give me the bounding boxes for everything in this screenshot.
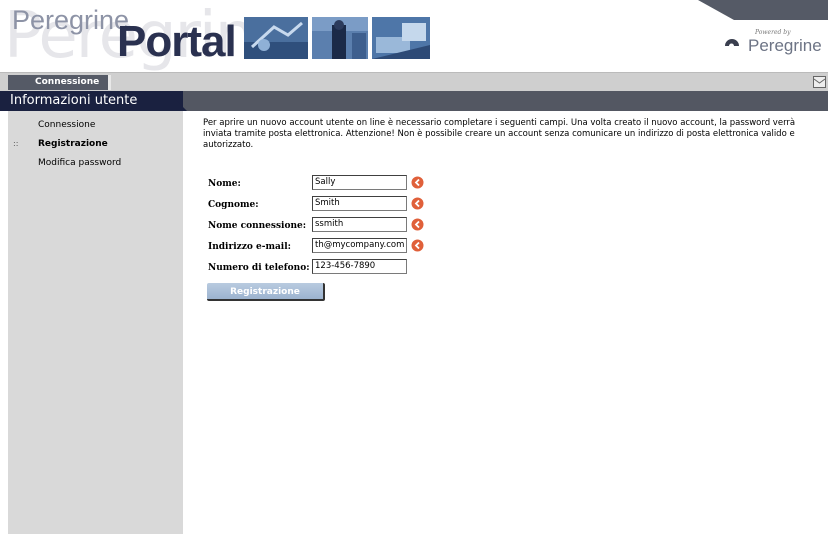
telefono-field[interactable]: 123-456-7890 <box>312 259 407 274</box>
email-field[interactable]: th@mycompany.com <box>312 238 407 253</box>
header-image-2 <box>312 17 368 59</box>
section-slant <box>163 91 187 111</box>
label-email: Indirizzo e-mail: <box>208 242 291 252</box>
label-nome: Nome: <box>208 179 241 189</box>
section-title: Informazioni utente <box>0 91 183 111</box>
sidebar-item-connessione[interactable]: Connessione <box>38 120 95 130</box>
powered-by-logo: Powered by Peregrine <box>718 26 828 66</box>
sidebar-item-registrazione[interactable]: Registrazione <box>38 139 108 149</box>
label-cognome: Cognome: <box>208 200 259 210</box>
label-nome-connessione: Nome connessione: <box>208 221 307 231</box>
sidebar-active-bullet: :: <box>13 139 19 148</box>
header-corner <box>698 0 828 20</box>
peregrine-mark-icon <box>725 39 739 46</box>
logo-product: Portal <box>117 17 237 66</box>
header-image-3 <box>372 17 430 59</box>
tab-connessione[interactable]: Connessione <box>8 75 111 90</box>
sidebar: Connessione :: Registrazione Modifica pa… <box>8 111 183 534</box>
required-arrow-icon <box>411 239 424 252</box>
intro-text: Per aprire un nuovo account utente on li… <box>203 118 796 150</box>
mail-icon[interactable] <box>813 76 826 88</box>
sidebar-item-modifica-password[interactable]: Modifica password <box>38 158 121 168</box>
logo-word: Peregrine <box>12 5 130 35</box>
header-image-1 <box>244 17 308 59</box>
required-arrow-icon <box>411 197 424 210</box>
powered-by-text: Powered by <box>755 29 791 36</box>
header: Peregrine Peregrine Portal Powered by Pe… <box>0 0 828 72</box>
registrazione-button[interactable]: Registrazione <box>207 283 325 301</box>
tab-bar: Connessione <box>0 72 828 92</box>
required-arrow-icon <box>411 218 424 231</box>
powered-brand: Peregrine <box>748 36 822 55</box>
label-telefono: Numero di telefono: <box>208 263 310 273</box>
cognome-field[interactable]: Smith <box>312 196 407 211</box>
nome-field[interactable]: Sally <box>312 175 407 190</box>
nome-connessione-field[interactable]: ssmith <box>312 217 407 232</box>
required-arrow-icon <box>411 176 424 189</box>
left-margin <box>0 111 8 534</box>
